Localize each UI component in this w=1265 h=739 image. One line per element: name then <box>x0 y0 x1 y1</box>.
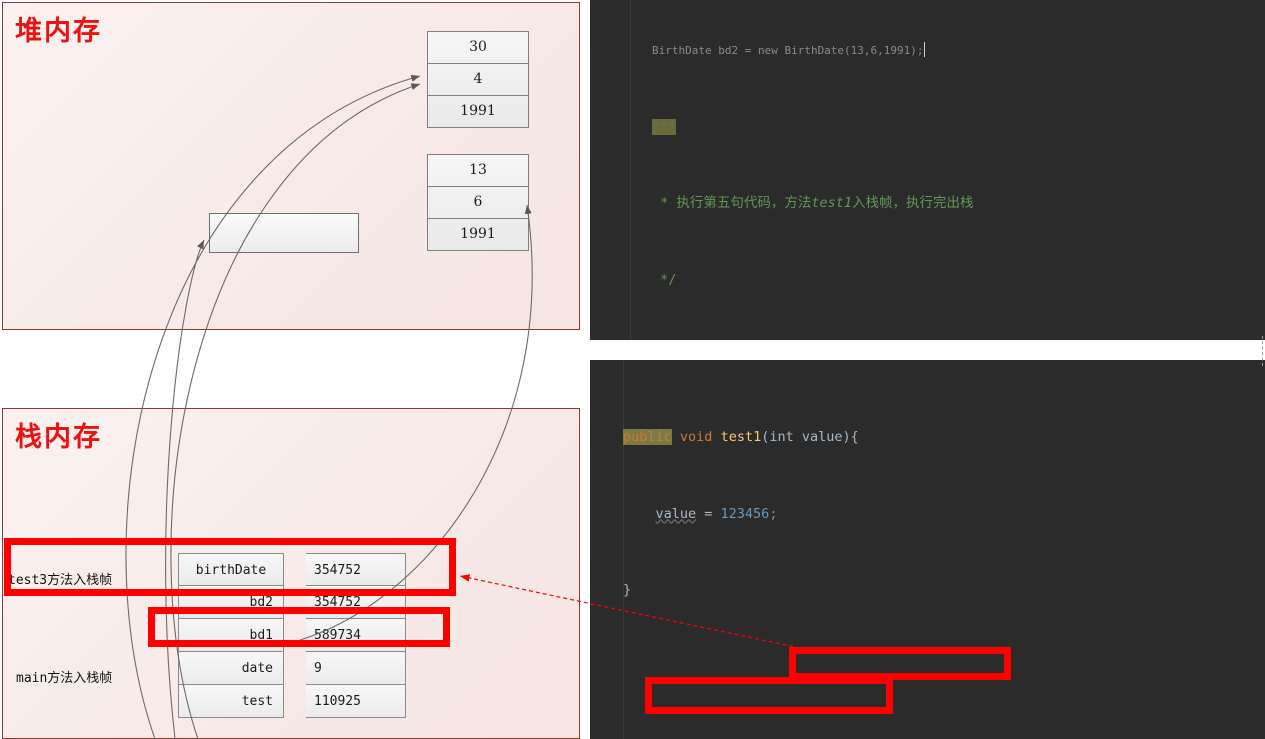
comment-emphasis: test1 <box>811 195 853 211</box>
table-row: date 9 <box>178 652 406 685</box>
comment-close-token: */ <box>652 271 677 288</box>
code-brace: { <box>850 429 859 445</box>
code-line: value = 123456; <box>623 502 1265 528</box>
code-line: * 执行第五句代码，方法test1入栈帧，执行完出栈 <box>652 191 1265 217</box>
code-brace: } <box>623 582 632 598</box>
code-line: public void test1(int value){ <box>623 425 1265 451</box>
code-params: (int value) <box>761 429 851 445</box>
heap-object-cell: 4 <box>428 64 528 96</box>
heap-object-birthdate-1: 30 4 1991 <box>427 31 529 128</box>
heap-object-cell: 6 <box>428 187 528 219</box>
code-keyword-public: public <box>623 429 672 445</box>
code-keyword-void: void <box>679 429 713 445</box>
heap-object-cell: 13 <box>428 155 528 187</box>
stack-var-value: 9 <box>306 652 406 685</box>
stack-memory-title: 栈内存 <box>15 422 102 453</box>
editor-gutter-line <box>630 0 631 340</box>
code-number: 123456 <box>720 505 770 522</box>
stack-var-name: test <box>178 685 284 718</box>
stack-var-name: date <box>178 652 284 685</box>
screenshot-root: 堆内存 30 4 1991 13 6 1991 栈内存 birthDate 35… <box>0 0 1265 739</box>
code-method-name: test1 <box>720 429 762 445</box>
code-operator: = <box>696 505 721 522</box>
heap-object-cell: 30 <box>428 32 528 64</box>
heap-object-cell: 1991 <box>460 103 496 119</box>
highlight-test3-frame <box>4 538 456 596</box>
panel-edge-dashed-divider <box>1262 336 1263 366</box>
highlight-bd2-row <box>148 607 450 647</box>
code-content-top: BirthDate bd2 = new BirthDate(13,6,1991)… <box>652 0 1265 340</box>
comment-open-token: /** <box>652 118 677 135</box>
heap-memory-title: 堆内存 <box>15 16 102 47</box>
code-line: /** <box>652 115 1265 141</box>
code-line-cut-text: BirthDate bd2 = new BirthDate(13,6,1991)… <box>652 44 924 57</box>
heap-empty-object-box <box>209 213 359 253</box>
code-identifier: value <box>655 505 697 522</box>
code-editor-top[interactable]: BirthDate bd2 = new BirthDate(13,6,1991)… <box>590 0 1265 340</box>
stack-frame-label-main: main方法入栈帧 <box>16 671 113 686</box>
code-punct: ; <box>769 505 778 522</box>
heap-object-birthdate-2: 13 6 1991 <box>427 154 529 251</box>
comment-text: 入栈帧，执行完出栈 <box>852 195 974 211</box>
stack-var-value: 110925 <box>306 685 406 718</box>
heap-memory-panel: 堆内存 30 4 1991 13 6 1991 <box>2 2 580 330</box>
highlight-code-method-signature <box>789 647 1011 680</box>
code-line: BirthDate bd2 = new BirthDate(13,6,1991)… <box>652 38 1265 64</box>
text-caret <box>923 42 925 57</box>
code-line: */ <box>652 268 1265 294</box>
highlight-code-setday-call <box>645 677 893 714</box>
table-row: test 110925 <box>178 685 406 718</box>
code-line: } <box>623 578 1265 604</box>
heap-object-cell: 1991 <box>460 226 496 242</box>
comment-text: * 执行第五句代码，方法 <box>652 195 812 211</box>
